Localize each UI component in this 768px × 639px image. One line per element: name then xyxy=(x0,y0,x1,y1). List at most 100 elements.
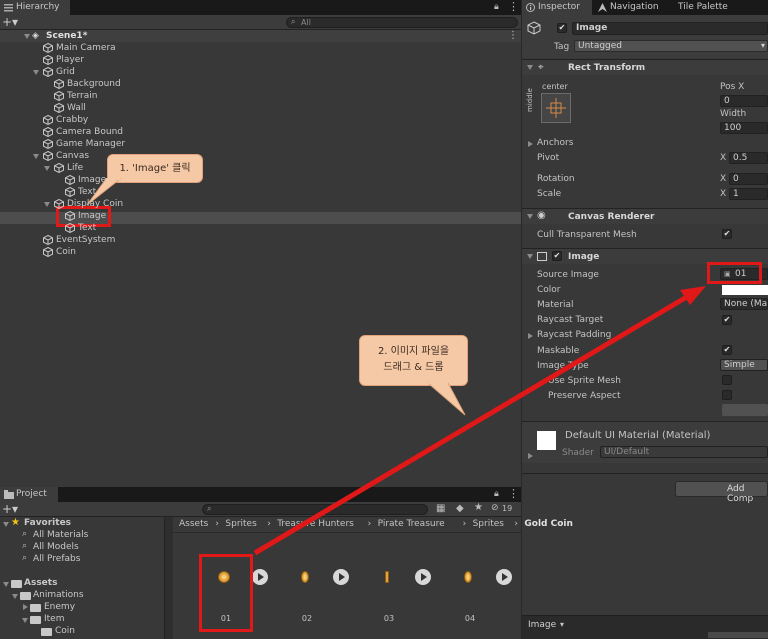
hierarchy-item[interactable]: Main Camera xyxy=(56,42,116,54)
folder-item[interactable]: Item xyxy=(44,613,65,625)
hierarchy-item[interactable]: EventSystem xyxy=(56,234,115,246)
hierarchy-item[interactable]: Camera Bound xyxy=(56,126,123,138)
chevron-down-icon[interactable] xyxy=(527,254,533,259)
canvas-renderer-header[interactable]: ◉ Canvas Renderer xyxy=(522,208,768,224)
chevron-down-icon[interactable] xyxy=(22,618,28,623)
chevron-right-icon[interactable] xyxy=(528,453,533,459)
chevron-right-icon[interactable] xyxy=(23,604,28,610)
chevron-right-icon[interactable] xyxy=(528,141,533,147)
tab-hierarchy[interactable]: Hierarchy xyxy=(0,0,70,15)
label-tag-icon[interactable]: ◆ xyxy=(456,503,464,514)
folder-enemy[interactable]: Enemy xyxy=(44,601,75,613)
tag-dropdown[interactable]: Untagged ▾ xyxy=(574,40,768,52)
maskable-checkbox[interactable]: ✔ xyxy=(722,345,732,355)
material-field[interactable]: None (Mat xyxy=(720,298,768,310)
play-icon[interactable] xyxy=(333,569,349,585)
lock-icon[interactable]: 🔒︎ xyxy=(494,489,499,499)
folder-coin[interactable]: Coin xyxy=(55,625,75,637)
hierarchy-item[interactable]: Grid xyxy=(56,66,75,78)
tab-inspector[interactable]: Inspector xyxy=(522,0,592,15)
favorite-all-prefabs[interactable]: All Prefabs xyxy=(33,553,80,565)
favorite-all-models[interactable]: All Models xyxy=(33,541,79,553)
width-field[interactable]: 100 xyxy=(720,122,768,134)
hierarchy-search-input[interactable]: ⌕ All xyxy=(286,17,518,28)
lock-icon[interactable]: 🔒︎ xyxy=(494,2,499,12)
chevron-down-icon[interactable] xyxy=(527,65,533,70)
preview-label[interactable]: Image xyxy=(528,620,556,630)
add-component-button[interactable]: Add Comp xyxy=(675,481,768,504)
anchors-label[interactable]: Anchors xyxy=(537,138,573,148)
hierarchy-item[interactable]: Player xyxy=(56,54,84,66)
breadcrumb-segment[interactable]: Sprites xyxy=(473,519,504,529)
play-icon[interactable] xyxy=(252,569,268,585)
chevron-right-icon[interactable] xyxy=(528,333,533,339)
hierarchy-item[interactable]: Text xyxy=(78,186,96,198)
hierarchy-item[interactable]: Display Coin xyxy=(67,198,123,210)
image-enabled-checkbox[interactable]: ✔ xyxy=(552,251,562,261)
raycast-target-checkbox[interactable]: ✔ xyxy=(722,315,732,325)
scene-row[interactable]: ◈ Scene1* ⋮ xyxy=(0,30,521,42)
rect-transform-header[interactable]: ⌖ Rect Transform xyxy=(522,59,768,75)
hierarchy-item[interactable]: Game Manager xyxy=(56,138,125,150)
cull-transparent-mesh-checkbox[interactable]: ✔ xyxy=(722,229,732,239)
use-sprite-mesh-checkbox[interactable] xyxy=(722,375,732,385)
favorite-all-materials[interactable]: All Materials xyxy=(33,529,88,541)
active-checkbox[interactable]: ✔ xyxy=(557,23,567,33)
preview-resize-handle[interactable] xyxy=(708,632,768,638)
breadcrumb-segment[interactable]: Assets xyxy=(179,519,208,529)
breadcrumb-segment[interactable]: Sprites xyxy=(225,519,256,529)
breadcrumb-segment[interactable]: Pirate Treasure xyxy=(378,519,445,529)
tab-project[interactable]: Project xyxy=(0,487,58,502)
hierarchy-item[interactable]: Coin xyxy=(56,246,76,258)
hierarchy-item[interactable]: Image xyxy=(78,174,106,186)
play-icon[interactable] xyxy=(496,569,512,585)
hierarchy-item[interactable]: Background xyxy=(67,78,121,90)
set-native-size-button[interactable] xyxy=(722,404,768,416)
chevron-down-icon[interactable] xyxy=(33,70,39,75)
favorites-label[interactable]: Favorites xyxy=(24,517,71,529)
chevron-down-icon[interactable] xyxy=(44,202,50,207)
kebab-menu-icon[interactable]: ⋮ xyxy=(508,0,519,13)
chevron-down-icon[interactable] xyxy=(527,214,533,219)
chevron-down-icon[interactable] xyxy=(12,594,18,599)
shader-dropdown[interactable]: UI/Default xyxy=(600,446,768,458)
color-swatch[interactable] xyxy=(722,285,768,295)
breadcrumb-segment[interactable]: Gold Coin xyxy=(524,519,573,529)
chevron-down-icon[interactable] xyxy=(44,166,50,171)
star-icon[interactable]: ★ xyxy=(474,502,483,513)
hierarchy-item[interactable]: Terrain xyxy=(67,90,97,102)
chevron-down-icon[interactable]: ▾ xyxy=(560,620,564,629)
anchor-preset-button[interactable] xyxy=(541,93,571,123)
image-type-dropdown[interactable]: Simple xyxy=(720,359,768,371)
create-asset-button[interactable]: +▾ xyxy=(2,502,18,516)
chevron-down-icon[interactable] xyxy=(3,522,9,527)
tab-navigation[interactable]: Navigation xyxy=(594,0,674,15)
chevron-down-icon[interactable] xyxy=(3,582,9,587)
hierarchy-item[interactable]: Crabby xyxy=(56,114,88,126)
assets-folder-label[interactable]: Assets xyxy=(24,577,57,589)
kebab-menu-icon[interactable]: ⋮ xyxy=(508,487,519,500)
rotation-x-field[interactable]: 0 xyxy=(729,173,768,185)
folder-animations[interactable]: Animations xyxy=(33,589,84,601)
scale-x-field[interactable]: 1 xyxy=(729,188,768,200)
hidden-packages-icon[interactable]: ⊘ xyxy=(491,503,499,513)
tab-tile-palette[interactable]: Tile Palette xyxy=(664,0,734,15)
raycast-padding-label[interactable]: Raycast Padding xyxy=(537,330,611,340)
object-name-field[interactable]: Image xyxy=(572,22,768,35)
project-search-input[interactable]: ⌕ xyxy=(202,504,428,515)
search-by-type-icon[interactable]: ▦ xyxy=(436,503,445,514)
hierarchy-item[interactable]: Canvas xyxy=(56,150,89,162)
hierarchy-item[interactable]: Life xyxy=(67,162,83,174)
chevron-down-icon[interactable] xyxy=(33,154,39,159)
breadcrumb-segment[interactable]: Treasure Hunters xyxy=(277,519,354,529)
play-icon[interactable] xyxy=(415,569,431,585)
chevron-down-icon[interactable] xyxy=(24,34,30,39)
add-object-button[interactable]: +▾ xyxy=(2,15,18,29)
pivot-x-field[interactable]: 0.5 xyxy=(729,152,768,164)
hierarchy-item[interactable]: Wall xyxy=(67,102,86,114)
pos-x-field[interactable]: 0 xyxy=(720,95,768,107)
preserve-aspect-checkbox[interactable] xyxy=(722,390,732,400)
folder-tree-scrollbar[interactable] xyxy=(165,517,173,639)
hierarchy-item[interactable]: Text xyxy=(78,222,96,234)
kebab-menu-icon[interactable]: ⋮ xyxy=(508,30,518,41)
